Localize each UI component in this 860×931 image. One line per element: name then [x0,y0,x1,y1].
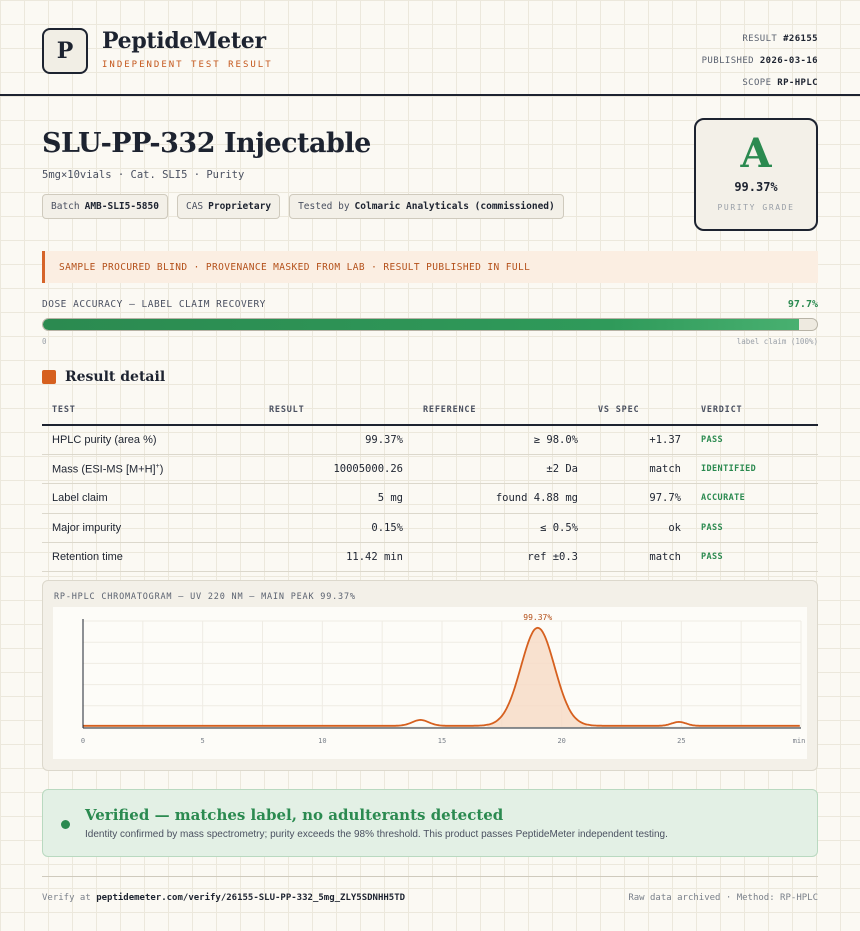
dose-max-label: label claim (100%) [736,337,818,346]
test-result: 11.42 min [259,542,413,573]
test-result: 10005000.26 [259,454,413,485]
grade-label: PURITY GRADE [717,203,795,212]
col-header-verdict: VERDICT [691,396,818,426]
test-vs-spec: match [588,542,691,573]
footer-divider [42,876,818,877]
col-header-test: TEST [42,396,259,426]
x-tick-label: 20 [557,737,565,745]
verified-text: Identity confirmed by mass spectrometry;… [85,829,668,840]
test-vs-spec: ok [588,513,691,544]
test-vs-spec: match [588,454,691,485]
verified-banner: Verified — matches label, no adulterants… [42,789,818,857]
chip-value: Colmaric Analyticals (commissioned) [354,201,555,212]
table-row: HPLC purity (area %) 99.37% ≥ 98.0% +1.3… [42,425,818,455]
product-chips: Batch AMB-SLI5-5850 CAS Proprietary Tested… [42,194,564,219]
table-row: Label claim 5 mg found 4.88 mg 97.7% ACC… [42,483,818,514]
test-name: Major impurity [42,513,259,544]
chip-label: Batch [51,201,80,212]
scope-value: RP-HPLC [777,78,818,88]
test-verdict: PASS [691,542,818,573]
result-table: TEST RESULT REFERENCE VS SPEC VERDICT HP… [42,396,818,573]
test-name-end: ) [159,463,164,476]
published-date: 2026-03-16 [759,56,818,66]
result-label: RESULT [742,34,778,44]
page-header: P PeptideMeter INDEPENDENT TEST RESULT R… [0,0,860,96]
test-reference: ≥ 98.0% [413,425,588,455]
chromatogram-svg: 0 5 10 15 20 25 min 99.37% [81,613,806,745]
verified-dot-icon [61,820,70,829]
batch-chip: Batch AMB-SLI5-5850 [42,194,168,219]
brand-name: PeptideMeter [102,28,266,54]
purity-grade-card: A 99.37% PURITY GRADE [694,118,818,231]
test-result: 5 mg [259,483,413,514]
test-name: Mass (ESI-MS [M+H]+) [42,454,259,485]
chip-value: Proprietary [208,201,272,212]
test-verdict: PASS [691,513,818,544]
grade-percent: 99.37% [734,180,778,194]
verified-title: Verified — matches label, no adulterants… [85,806,504,824]
test-reference: ref ±0.3 [413,542,588,573]
test-name-text: Mass (ESI-MS [M+H] [52,463,156,476]
chip-label: CAS [185,201,204,212]
test-reference: ≤ 0.5% [413,513,588,544]
test-name: HPLC purity (area %) [42,425,259,455]
grade-letter: A [740,130,772,177]
x-tick-label: 25 [677,737,685,745]
test-verdict: PASS [691,425,818,455]
product-title: SLU-PP-332 Injectable [42,128,371,159]
dose-progress-fill [43,319,800,330]
verify-prefix: Verify at [42,893,91,903]
dose-accuracy-value: 97.7% [787,299,818,310]
table-row: Mass (ESI-MS [M+H]+) 10005000.26 ±2 Da m… [42,454,818,485]
col-header-vs-spec: VS SPEC [588,396,691,426]
test-vs-spec: 97.7% [588,483,691,514]
cas-chip: CAS Proprietary [176,194,281,219]
dose-progress-bar [42,318,818,331]
chip-label: Tested by [298,201,350,212]
section-title: Result detail [65,369,166,385]
col-header-result: RESULT [259,396,413,426]
test-name: Label claim [42,483,259,514]
report-meta: RESULT #26155 PUBLISHED 2026-03-16 SCOPE… [702,28,818,94]
test-name: Retention time [42,542,259,573]
x-tick-label: 0 [81,737,85,745]
peak-label: 99.37% [523,613,552,622]
verify-link[interactable]: peptidemeter.com/verify/26155-SLU-PP-332… [96,893,405,903]
published-label: PUBLISHED [701,56,754,66]
table-row: Major impurity 0.15% ≤ 0.5% ok PASS [42,513,818,544]
x-tick-label: 5 [201,737,205,745]
test-result: 0.15% [259,513,413,544]
test-reference: found 4.88 mg [413,483,588,514]
test-verdict: ACCURATE [691,483,818,514]
scope-label: SCOPE [742,78,772,88]
verify-footer: Verify at peptidemeter.com/verify/26155-… [42,893,405,903]
test-result: 99.37% [259,425,413,455]
x-unit-label: min [793,737,806,745]
section-marker-icon [42,370,56,384]
chromatogram-panel: RP-HPLC CHROMATOGRAM — UV 220 NM — MAIN … [42,580,818,771]
table-row: Retention time 11.42 min ref ±0.3 match … [42,542,818,573]
brand-subtitle: INDEPENDENT TEST RESULT [102,60,273,70]
footer-method: Raw data archived · Method: RP-HPLC [628,893,818,903]
x-tick-label: 15 [438,737,446,745]
chromatogram-plot: 0 5 10 15 20 25 min 99.37% [53,607,807,759]
tested-by-chip: Tested by Colmaric Analyticals (commissio… [289,194,564,219]
col-header-reference: REFERENCE [413,396,588,426]
test-reference: ±2 Da [413,454,588,485]
test-vs-spec: +1.37 [588,425,691,455]
table-header-row: TEST RESULT REFERENCE VS SPEC VERDICT [42,396,818,426]
chromatogram-title: RP-HPLC CHROMATOGRAM — UV 220 NM — MAIN … [54,592,356,602]
result-id: #26155 [783,34,818,44]
product-subtitle: 5mg×10vials · Cat. SLI5 · Purity [42,169,245,181]
dose-min-label: 0 [42,337,47,346]
logo-icon: P [42,28,88,74]
x-tick-label: 10 [318,737,326,745]
test-verdict: IDENTIFIED [691,454,818,485]
dose-accuracy-label: DOSE ACCURACY — LABEL CLAIM RECOVERY [42,299,266,310]
blind-sample-notice: SAMPLE PROCURED BLIND · PROVENANCE MASKE… [42,251,818,283]
chip-value: AMB-SLI5-5850 [84,201,159,212]
